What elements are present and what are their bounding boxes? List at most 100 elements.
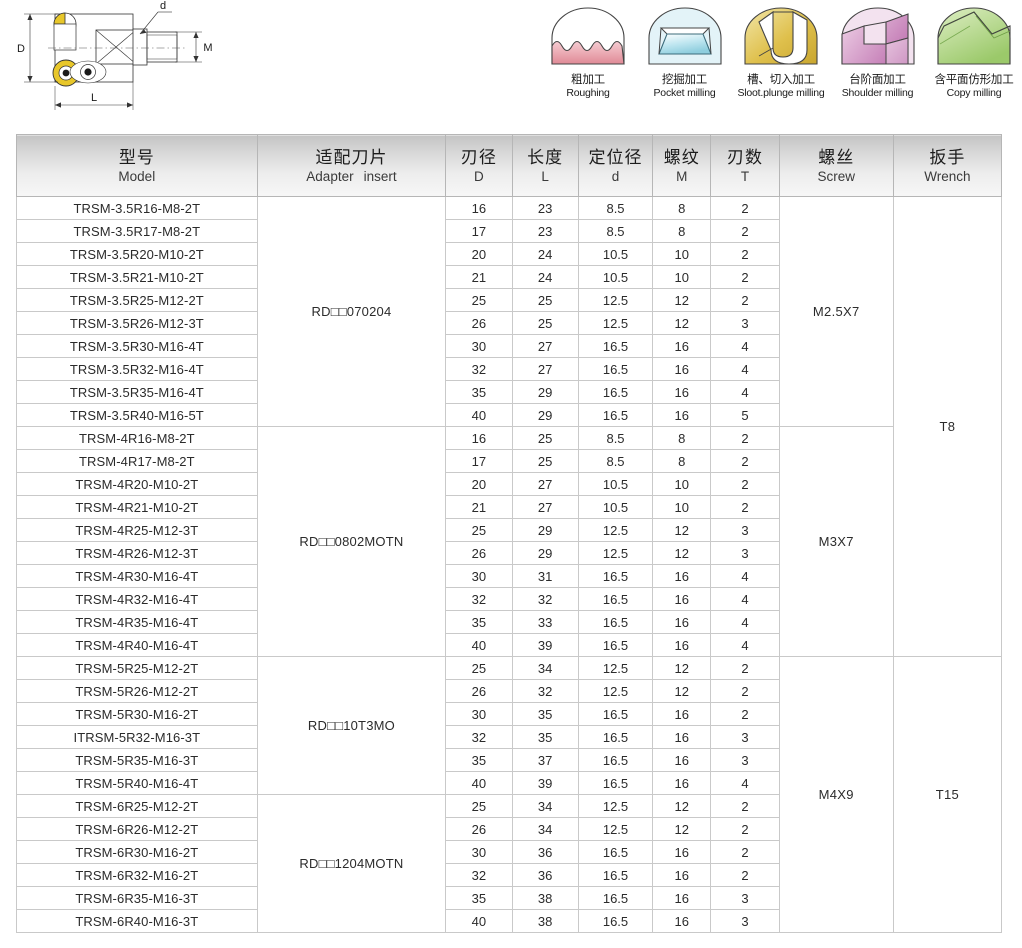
column-header-cn: 适配刀片 — [315, 147, 388, 167]
cell-cutting-diameter: 26 — [445, 541, 513, 565]
cell-locating-diameter: 12.5 — [577, 541, 654, 565]
application-label-en: Sloot.plunge milling — [737, 87, 825, 99]
cell-teeth: 3 — [710, 311, 780, 335]
cell-cutting-diameter: 17 — [445, 219, 513, 243]
cell-teeth: 2 — [710, 426, 780, 450]
cell-length: 29 — [511, 380, 579, 404]
cell-thread: 12 — [652, 518, 712, 542]
cell-cutting-diameter: 32 — [445, 357, 513, 381]
cell-model: TRSM-6R30-M16-2T — [16, 840, 258, 864]
cell-teeth: 2 — [710, 794, 780, 818]
cell-length: 38 — [511, 886, 579, 910]
cell-length: 31 — [511, 564, 579, 588]
cell-cutting-diameter: 35 — [445, 886, 513, 910]
cell-teeth: 3 — [710, 748, 780, 772]
cell-model: TRSM-4R40-M16-4T — [16, 633, 258, 657]
cell-locating-diameter: 16.5 — [577, 725, 654, 749]
cell-thread: 16 — [652, 334, 712, 358]
cell-model: ITRSM-5R32-M16-3T — [16, 725, 258, 749]
cell-teeth: 2 — [710, 702, 780, 726]
cell-length: 25 — [511, 311, 579, 335]
column-header-length: 长度 L — [511, 134, 579, 197]
cell-cutting-diameter: 40 — [445, 771, 513, 795]
cell-thread: 8 — [652, 196, 712, 220]
dim-label-d: d — [160, 0, 166, 12]
cell-thread: 10 — [652, 265, 712, 289]
cell-thread: 16 — [652, 863, 712, 887]
cell-locating-diameter: 12.5 — [577, 311, 654, 335]
cell-length: 32 — [511, 587, 579, 611]
cell-cutting-diameter: 25 — [445, 656, 513, 680]
cell-model: TRSM-3.5R32-M16-4T — [16, 357, 258, 381]
cell-thread: 16 — [652, 702, 712, 726]
cell-locating-diameter: 16.5 — [577, 610, 654, 634]
cell-length: 33 — [511, 610, 579, 634]
cell-thread: 16 — [652, 840, 712, 864]
cell-locating-diameter: 16.5 — [577, 702, 654, 726]
cell-thread: 12 — [652, 288, 712, 312]
cell-thread: 10 — [652, 495, 712, 519]
cell-locating-diameter: 8.5 — [577, 426, 654, 450]
cell-thread: 8 — [652, 426, 712, 450]
cell-cutting-diameter: 32 — [445, 863, 513, 887]
table-row: TRSM-3.5R16-M8-2T RD□□070204 16 23 8.5 8 2 M2.5… — [16, 196, 1003, 657]
column-header-wrench: 扳手 Wrench — [892, 134, 1003, 197]
column-header-en: Wrench — [924, 168, 971, 184]
cell-thread: 12 — [652, 817, 712, 841]
cell-screw: M2.5X7 — [778, 196, 894, 427]
cell-teeth: 5 — [710, 403, 780, 427]
cell-length: 27 — [511, 334, 579, 358]
cell-cutting-diameter: 26 — [445, 817, 513, 841]
cell-model: TRSM-4R32-M16-4T — [16, 587, 258, 611]
cell-insert: RD□□1204MOTN — [256, 794, 447, 933]
cell-model: TRSM-3.5R40-M16-5T — [16, 403, 258, 427]
cell-teeth: 2 — [710, 840, 780, 864]
cell-length: 27 — [511, 357, 579, 381]
cell-length: 38 — [511, 909, 579, 933]
cell-length: 23 — [511, 219, 579, 243]
cell-model: TRSM-3.5R16-M8-2T — [16, 196, 258, 220]
table-header-row: 型号 Model 适配刀片 Adapter insert 刃径 D 长度 L 定位… — [16, 134, 1003, 197]
cell-cutting-diameter: 30 — [445, 840, 513, 864]
cell-locating-diameter: 8.5 — [577, 219, 654, 243]
cell-teeth: 4 — [710, 380, 780, 404]
cell-locating-diameter: 8.5 — [577, 449, 654, 473]
cell-teeth: 2 — [710, 472, 780, 496]
column-header-en: L — [541, 168, 549, 184]
cell-model: TRSM-4R25-M12-3T — [16, 518, 258, 542]
cell-cutting-diameter: 40 — [445, 403, 513, 427]
column-header-cn: 型号 — [118, 147, 155, 167]
application-copy-milling: 含平面仿形加工 Copy milling — [926, 4, 1022, 100]
application-label-cn: 槽、切入加工 — [747, 74, 815, 86]
cell-thread: 12 — [652, 679, 712, 703]
specification-table: 型号 Model 适配刀片 Adapter insert 刃径 D 长度 L 定位… — [16, 134, 1003, 933]
cell-locating-diameter: 12.5 — [577, 288, 654, 312]
product-banner: D M L d 粗加工 Roughing 挖掘加工 Pocket milling… — [0, 0, 1022, 126]
column-header-model: 型号 Model — [16, 134, 258, 197]
cell-locating-diameter: 16.5 — [577, 380, 654, 404]
cell-model: TRSM-3.5R25-M12-2T — [16, 288, 258, 312]
cell-locating-diameter: 16.5 — [577, 403, 654, 427]
cell-model: TRSM-6R40-M16-3T — [16, 909, 258, 933]
cell-teeth: 3 — [710, 725, 780, 749]
cell-cutting-diameter: 32 — [445, 725, 513, 749]
cell-locating-diameter: 10.5 — [577, 472, 654, 496]
cell-model: TRSM-3.5R35-M16-4T — [16, 380, 258, 404]
column-header-cn: 螺纹 — [663, 147, 700, 167]
tool-dimension-drawing: D M L d — [0, 0, 250, 126]
cell-thread: 16 — [652, 909, 712, 933]
column-header-locating-diameter: 定位径 d — [577, 134, 654, 197]
cell-model: TRSM-5R25-M12-2T — [16, 656, 258, 680]
column-header-en: T — [740, 168, 750, 184]
column-header-thread: 螺纹 M — [652, 134, 712, 197]
cell-locating-diameter: 16.5 — [577, 564, 654, 588]
application-label-en: Copy milling — [946, 87, 1002, 99]
cell-cutting-diameter: 20 — [445, 242, 513, 266]
cell-cutting-diameter: 40 — [445, 633, 513, 657]
cell-cutting-diameter: 32 — [445, 587, 513, 611]
application-label-en: Pocket milling — [653, 87, 716, 99]
cell-length: 36 — [511, 863, 579, 887]
cell-model: TRSM-4R35-M16-4T — [16, 610, 258, 634]
cell-thread: 16 — [652, 725, 712, 749]
cell-model: TRSM-4R20-M10-2T — [16, 472, 258, 496]
